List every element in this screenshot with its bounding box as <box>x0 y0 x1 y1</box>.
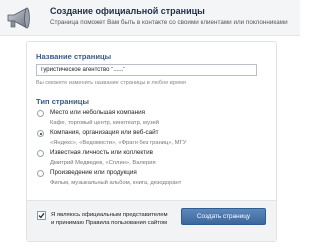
page-subtitle: Страница поможет Вам быть в контакте со … <box>50 19 288 26</box>
page-name-heading: Название страницы <box>36 52 112 61</box>
agree-text: Я являюсь официальным представителем и п… <box>51 211 168 227</box>
page-type-radio-place[interactable] <box>37 110 44 117</box>
megaphone-icon <box>7 7 30 29</box>
page-title: Создание официальной страницы <box>50 6 205 16</box>
page-type-label-place[interactable]: Место или небольшая компания <box>50 109 145 116</box>
page-type-heading: Тип страницы <box>36 97 89 106</box>
page-header: Создание официальной страницы Страница п… <box>0 0 300 36</box>
page-type-label-company[interactable]: Компания, организация или веб-сайт <box>50 129 159 136</box>
page-type-desc-company: «Яндекс», «Ведомости», «Фрагн без границ… <box>50 140 187 146</box>
page-type-radio-company[interactable] <box>37 130 44 137</box>
agree-text-line-1: Я являюсь официальным представителем <box>51 212 168 218</box>
page-name-input[interactable] <box>36 64 257 76</box>
agree-text-line-2: и принимаю Правила пользования сайтом <box>51 220 168 226</box>
page-name-hint: Вы сможете изменить название страницы в … <box>36 80 186 86</box>
page-type-radio-product[interactable] <box>37 170 44 177</box>
checkmark-icon <box>38 212 45 219</box>
agree-checkbox[interactable] <box>37 211 46 220</box>
create-page-button[interactable]: Создать страницу <box>181 208 266 225</box>
page-type-desc-place: Кафе, торговый центр, кинотеатр, музей <box>50 120 160 126</box>
page-type-label-product[interactable]: Произведение или продукция <box>50 169 137 176</box>
page-type-radio-person[interactable] <box>37 150 44 157</box>
page-type-desc-person: Дмитрий Медведев, «Сплин», Валерия <box>50 160 156 166</box>
page-type-label-person[interactable]: Известная личность или коллектив <box>50 149 153 156</box>
page-type-desc-product: Фильм, музыкальный альбом, книга, дезодо… <box>50 180 182 186</box>
